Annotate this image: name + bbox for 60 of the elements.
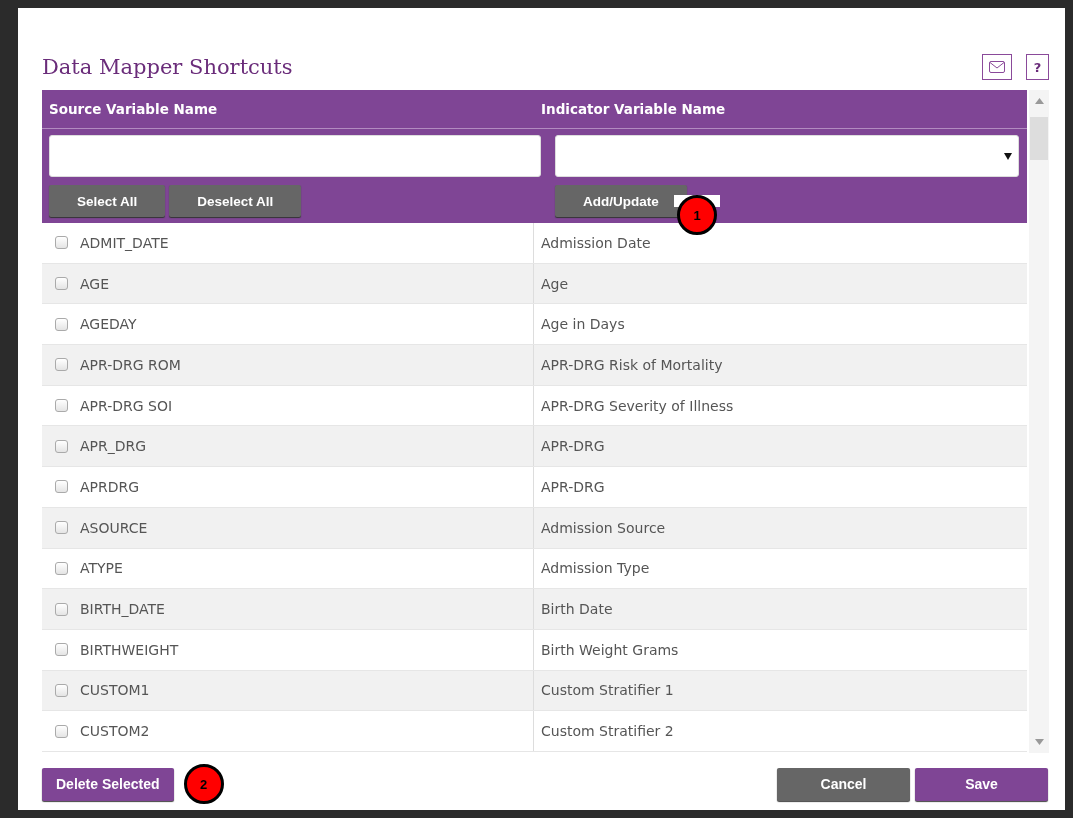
- row-checkbox[interactable]: [55, 236, 68, 250]
- source-filter-field[interactable]: [49, 135, 541, 177]
- down-arrow-icon: [1034, 739, 1044, 745]
- indicator-variable-cell: APR-DRG Severity of Illness: [541, 397, 734, 414]
- help-button[interactable]: ?: [1026, 54, 1049, 80]
- select-all-button[interactable]: Select All: [49, 185, 166, 217]
- row-checkbox[interactable]: [55, 683, 68, 697]
- source-variable-cell: AGEDAY: [80, 316, 137, 333]
- source-variable-cell: AGE: [80, 275, 110, 292]
- callout-marker: 2: [183, 764, 224, 804]
- indicator-variable-cell: APR-DRG: [541, 478, 605, 495]
- delete-selected-button[interactable]: Delete Selected: [42, 767, 174, 801]
- indicator-variable-cell: Age in Days: [541, 316, 625, 333]
- row-checkbox[interactable]: [55, 439, 68, 453]
- envelope-icon: [989, 61, 1005, 73]
- indicator-variable-cell: Birth Date: [541, 601, 613, 618]
- up-arrow-icon: [1034, 98, 1044, 104]
- source-variable-cell: BIRTH_DATE: [80, 601, 165, 618]
- indicator-variable-cell: Age: [541, 275, 569, 292]
- source-variable-cell: CUSTOM1: [80, 682, 150, 699]
- source-variable-cell: APRDRG: [80, 478, 140, 495]
- cancel-button[interactable]: Cancel: [777, 767, 910, 801]
- scrollbar-thumb[interactable]: [1030, 117, 1048, 160]
- row-checkbox[interactable]: [55, 561, 68, 575]
- source-variable-cell: ATYPE: [80, 560, 123, 577]
- email-button[interactable]: [982, 54, 1012, 80]
- row-checkbox[interactable]: [55, 602, 68, 616]
- row-checkbox[interactable]: [55, 358, 68, 372]
- source-variable-cell: BIRTHWEIGHT: [80, 641, 179, 658]
- source-variable-cell: APR-DRG SOI: [80, 397, 173, 414]
- row-checkbox[interactable]: [55, 480, 68, 494]
- deselect-all-button[interactable]: Deselect All: [169, 185, 302, 217]
- indicator-dropdown[interactable]: [555, 135, 1019, 177]
- indicator-variable-cell: Admission Date: [541, 234, 651, 251]
- row-checkbox[interactable]: [55, 521, 68, 535]
- row-checkbox[interactable]: [55, 643, 68, 657]
- column-header: Indicator Variable Name: [540, 101, 727, 117]
- row-checkbox[interactable]: [55, 317, 68, 331]
- indicator-variable-cell: APR-DRG Risk of Mortality: [541, 356, 723, 373]
- save-button[interactable]: Save: [915, 767, 1048, 801]
- indicator-variable-cell: APR-DRG: [541, 438, 605, 455]
- indicator-variable-cell: Custom Stratifier 2: [541, 723, 674, 740]
- row-checkbox[interactable]: [55, 277, 68, 291]
- indicator-variable-cell: Birth Weight Grams: [541, 641, 679, 658]
- indicator-variable-cell: Custom Stratifier 1: [541, 682, 674, 699]
- add-update-button[interactable]: Add/Update: [555, 185, 687, 217]
- source-variable-cell: ASOURCE: [80, 519, 148, 536]
- caret-icon: [1004, 152, 1012, 160]
- source-variable-cell: CUSTOM2: [80, 723, 150, 740]
- indicator-variable-cell: Admission Type: [541, 560, 650, 577]
- indicator-variable-cell: Admission Source: [541, 519, 666, 536]
- row-checkbox[interactable]: [55, 724, 68, 738]
- column-header: Source Variable Name: [48, 101, 219, 117]
- scrollbar[interactable]: [1029, 90, 1049, 753]
- dialog-title: Data Mapper Shortcuts: [42, 55, 293, 79]
- callout-marker: 1: [677, 195, 717, 235]
- source-variable-cell: APR_DRG: [80, 438, 147, 455]
- source-variable-cell: APR-DRG ROM: [80, 356, 181, 373]
- source-variable-cell: ADMIT_DATE: [80, 234, 169, 251]
- row-checkbox[interactable]: [55, 399, 68, 413]
